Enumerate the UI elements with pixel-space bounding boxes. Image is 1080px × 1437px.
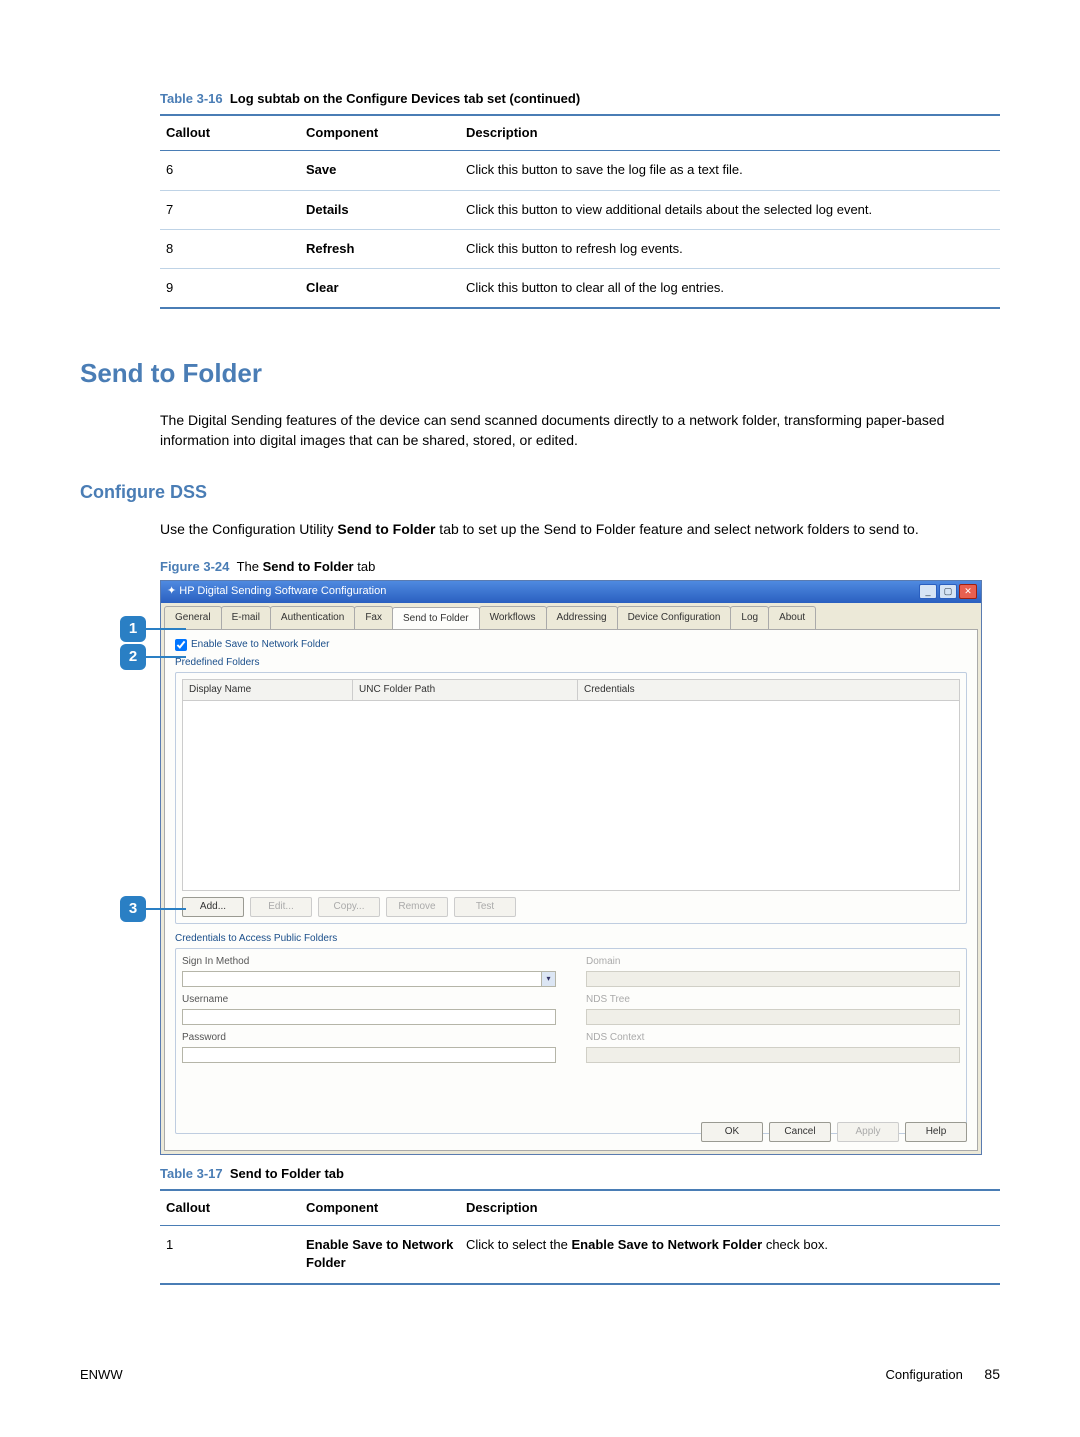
edit-button: Edit... [250,897,312,917]
tab-send-to-folder[interactable]: Send to Folder [392,607,480,630]
chevron-down-icon[interactable]: ▾ [541,972,555,986]
titlebar: ✦ HP Digital Sending Software Configurat… [161,581,981,603]
close-icon[interactable]: ✕ [959,584,977,599]
copy-button: Copy... [318,897,380,917]
callout-1: 1 [120,616,146,642]
heading-configure-dss: Configure DSS [80,480,1000,505]
table-row: 8 Refresh Click this button to refresh l… [160,229,1000,268]
th-component: Component [300,115,460,151]
tab-fax[interactable]: Fax [354,606,393,629]
ok-button[interactable]: OK [701,1122,763,1142]
table-316: Callout Component Description 6 Save Cli… [160,114,1000,309]
group-credentials: Credentials to Access Public Folders [175,932,967,946]
test-button: Test [454,897,516,917]
app-window: ✦ HP Digital Sending Software Configurat… [160,580,982,1155]
tab-about[interactable]: About [768,606,816,629]
table-317: Callout Component Description 1 Enable S… [160,1189,1000,1285]
col-display-name[interactable]: Display Name [183,680,353,700]
col-unc-path[interactable]: UNC Folder Path [353,680,578,700]
ndscontext-input [586,1047,960,1063]
username-input[interactable] [182,1009,556,1025]
enable-save-label: Enable Save to Network Folder [191,638,329,652]
ndstree-input [586,1009,960,1025]
password-input[interactable] [182,1047,556,1063]
list-header: Display Name UNC Folder Path Credentials [182,679,960,701]
table-317-caption: Table 3-17 Send to Folder tab [160,1165,1000,1183]
domain-label: Domain [586,955,960,969]
tab-workflows[interactable]: Workflows [479,606,547,629]
callout-2: 2 [120,644,146,670]
table-row: 1 Enable Save to Network Folder Click to… [160,1226,1000,1284]
table-row: 6 Save Click this button to save the log… [160,151,1000,190]
tab-general[interactable]: General [164,606,222,629]
page-number: 85 [984,1366,1000,1382]
heading-send-to-folder: Send to Folder [80,355,1000,391]
th-description: Description [460,1190,1000,1226]
th-description: Description [460,115,1000,151]
tab-addressing[interactable]: Addressing [546,606,618,629]
apply-button: Apply [837,1122,899,1142]
add-button[interactable]: Add... [182,897,244,917]
folder-list[interactable] [182,701,960,891]
tab-email[interactable]: E-mail [221,606,271,629]
paragraph: The Digital Sending features of the devi… [160,410,980,451]
th-callout: Callout [160,1190,300,1226]
footer-section: Configuration [885,1367,962,1382]
tab-device-configuration[interactable]: Device Configuration [617,606,732,629]
table-row: 9 Clear Click this button to clear all o… [160,268,1000,308]
signin-select[interactable] [182,971,556,987]
username-label: Username [182,993,556,1007]
th-component: Component [300,1190,460,1226]
password-label: Password [182,1031,556,1045]
tabs-row: General E-mail Authentication Fax Send t… [161,603,981,629]
enable-save-checkbox[interactable] [175,639,187,651]
footer-left: ENWW [80,1366,123,1384]
help-button[interactable]: Help [905,1122,967,1142]
col-credentials[interactable]: Credentials [578,680,959,700]
table-row: 7 Details Click this button to view addi… [160,190,1000,229]
maximize-icon[interactable]: ▢ [939,584,957,599]
table-316-caption: Table 3-16 Log subtab on the Configure D… [160,90,1000,108]
callout-3: 3 [120,896,146,922]
ndscontext-label: NDS Context [586,1031,960,1045]
tab-authentication[interactable]: Authentication [270,606,355,629]
minimize-icon[interactable]: _ [919,584,937,599]
ndstree-label: NDS Tree [586,993,960,1007]
th-callout: Callout [160,115,300,151]
window-title: ✦ HP Digital Sending Software Configurat… [167,584,386,599]
page-footer: ENWW Configuration 85 [80,1365,1000,1385]
remove-button: Remove [386,897,448,917]
cancel-button[interactable]: Cancel [769,1122,831,1142]
signin-label: Sign In Method [182,955,556,969]
tab-log[interactable]: Log [730,606,769,629]
paragraph: Use the Configuration Utility Send to Fo… [160,519,980,539]
group-predefined-folders: Predefined Folders [175,656,967,670]
figure-caption: Figure 3-24 The Send to Folder tab [160,558,1000,576]
domain-input [586,971,960,987]
